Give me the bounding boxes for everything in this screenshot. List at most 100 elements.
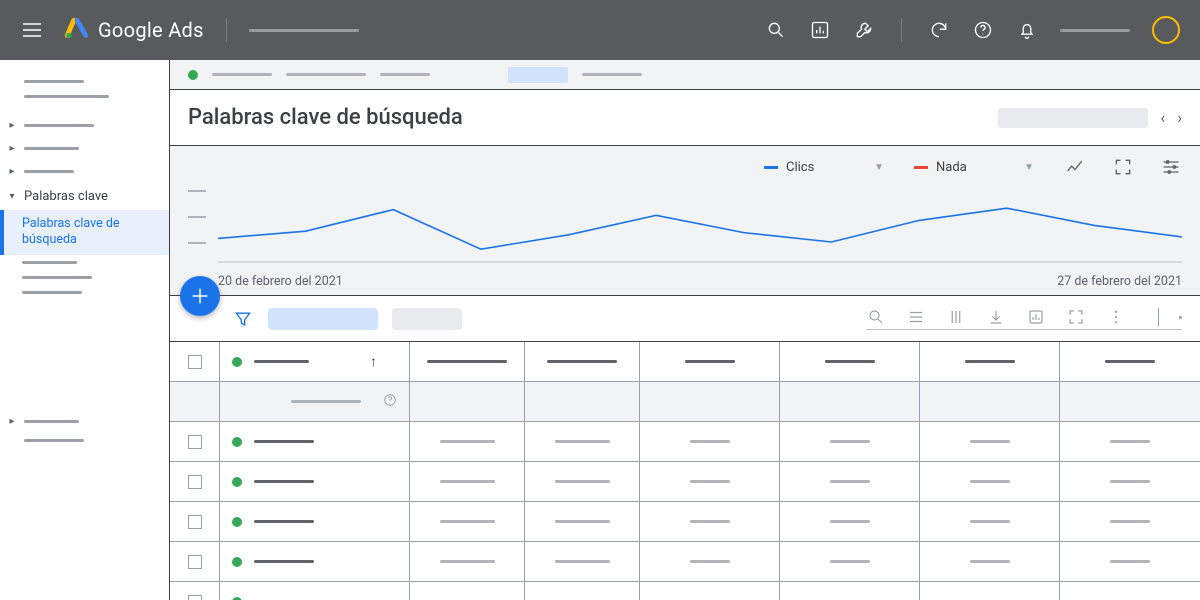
cell xyxy=(410,582,525,600)
sidebar-item-search-keywords[interactable]: Palabras clave de búsqueda xyxy=(0,210,169,255)
column-header[interactable] xyxy=(640,342,780,381)
expand-icon[interactable] xyxy=(1066,307,1086,327)
columns-icon[interactable] xyxy=(946,307,966,327)
cell xyxy=(780,542,920,581)
sidebar-item[interactable] xyxy=(0,255,169,270)
sidebar-item[interactable] xyxy=(0,433,169,448)
sidebar-item[interactable]: ▸ xyxy=(0,160,169,183)
overflow-icon[interactable] xyxy=(1179,316,1182,319)
column-header[interactable] xyxy=(1060,342,1200,381)
crumb-segment[interactable] xyxy=(380,73,430,76)
chart-panel: Clics ▼ Nada ▼ xyxy=(170,146,1200,296)
column-header[interactable]: ↑ xyxy=(220,342,410,381)
table-row[interactable] xyxy=(170,502,1200,542)
table-row[interactable] xyxy=(170,542,1200,582)
more-icon[interactable] xyxy=(1106,307,1126,327)
row-checkbox[interactable] xyxy=(170,542,220,581)
cell xyxy=(525,502,640,541)
select-all-checkbox[interactable] xyxy=(170,342,220,381)
cell xyxy=(780,502,920,541)
table-row[interactable] xyxy=(170,422,1200,462)
search-icon[interactable] xyxy=(765,19,787,41)
row-checkbox[interactable] xyxy=(170,462,220,501)
download-icon[interactable] xyxy=(986,307,1006,327)
column-header[interactable] xyxy=(920,342,1060,381)
cell xyxy=(220,542,410,581)
cell xyxy=(410,422,525,461)
filter-icon[interactable] xyxy=(232,308,254,330)
y-axis xyxy=(188,184,218,268)
sidebar-item[interactable] xyxy=(0,74,169,89)
reports-icon[interactable] xyxy=(809,19,831,41)
cell xyxy=(410,542,525,581)
table-row[interactable] xyxy=(170,582,1200,600)
refresh-icon[interactable] xyxy=(928,19,950,41)
cell xyxy=(920,422,1060,461)
column-header[interactable] xyxy=(780,342,920,381)
chart-type-icon[interactable] xyxy=(1064,156,1086,178)
cell xyxy=(220,462,410,501)
adjust-icon[interactable] xyxy=(1160,156,1182,178)
column-header[interactable] xyxy=(525,342,640,381)
row-checkbox[interactable] xyxy=(170,422,220,461)
row-checkbox[interactable] xyxy=(170,502,220,541)
tools-icon[interactable] xyxy=(853,19,875,41)
sidebar: ▸ ▸ ▸ ▾Palabras clave Palabras clave de … xyxy=(0,60,170,600)
crumb-segment[interactable] xyxy=(582,73,642,76)
product-logo[interactable]: Google Ads xyxy=(64,17,204,43)
expand-icon[interactable] xyxy=(1112,156,1134,178)
chart-line xyxy=(218,184,1182,264)
divider xyxy=(1158,308,1159,326)
title-bar: Palabras clave de búsqueda ‹ › xyxy=(170,90,1200,146)
crumb-segment[interactable] xyxy=(286,73,366,76)
cell xyxy=(780,462,920,501)
cell xyxy=(640,462,780,501)
sidebar-item[interactable]: ▸ xyxy=(0,114,169,137)
metric-select-primary[interactable]: Clics ▼ xyxy=(764,160,884,175)
cell xyxy=(220,422,410,461)
row-checkbox[interactable] xyxy=(170,582,220,600)
filter-chip[interactable] xyxy=(268,308,378,330)
help-icon[interactable] xyxy=(383,393,397,411)
avatar[interactable] xyxy=(1152,16,1180,44)
cell xyxy=(1060,422,1200,461)
table-row[interactable] xyxy=(170,462,1200,502)
chevron-left-icon[interactable]: ‹ xyxy=(1160,108,1165,127)
sidebar-item[interactable]: ▸ xyxy=(0,410,169,433)
account-placeholder[interactable] xyxy=(249,29,359,32)
hamburger-icon[interactable] xyxy=(20,18,44,42)
sidebar-group-keywords[interactable]: ▾Palabras clave xyxy=(0,183,169,210)
column-header[interactable] xyxy=(410,342,525,381)
ads-logo-icon xyxy=(64,17,90,43)
sidebar-item[interactable] xyxy=(0,89,169,104)
data-table: ↑ xyxy=(170,342,1200,600)
filter-chip[interactable] xyxy=(392,308,462,330)
cell xyxy=(920,542,1060,581)
table-subheader-row xyxy=(170,382,1200,422)
reports-icon[interactable] xyxy=(1026,307,1046,327)
help-icon[interactable] xyxy=(972,19,994,41)
metric-select-secondary[interactable]: Nada ▼ xyxy=(914,160,1034,175)
sidebar-item[interactable]: ▸ xyxy=(0,137,169,160)
crumb-segment[interactable] xyxy=(212,73,272,76)
segment-icon[interactable] xyxy=(906,307,926,327)
cell xyxy=(1060,582,1200,600)
cell xyxy=(780,422,920,461)
add-button[interactable] xyxy=(180,276,220,316)
chevron-down-icon: ▼ xyxy=(874,162,884,173)
cell xyxy=(410,462,525,501)
cell xyxy=(525,582,640,600)
cell xyxy=(220,502,410,541)
cell xyxy=(920,582,1060,600)
notifications-icon[interactable] xyxy=(1016,19,1038,41)
sidebar-item[interactable] xyxy=(0,285,169,300)
account-switcher-placeholder[interactable] xyxy=(1060,29,1130,32)
chevron-right-icon[interactable]: › xyxy=(1177,108,1182,127)
sidebar-item[interactable] xyxy=(0,270,169,285)
crumb-highlight[interactable] xyxy=(508,67,568,83)
chart-date-start: 20 de febrero del 2021 xyxy=(218,274,343,289)
search-icon[interactable] xyxy=(866,307,886,327)
divider xyxy=(901,18,902,42)
breadcrumb xyxy=(170,60,1200,90)
date-range-picker[interactable] xyxy=(998,108,1148,128)
